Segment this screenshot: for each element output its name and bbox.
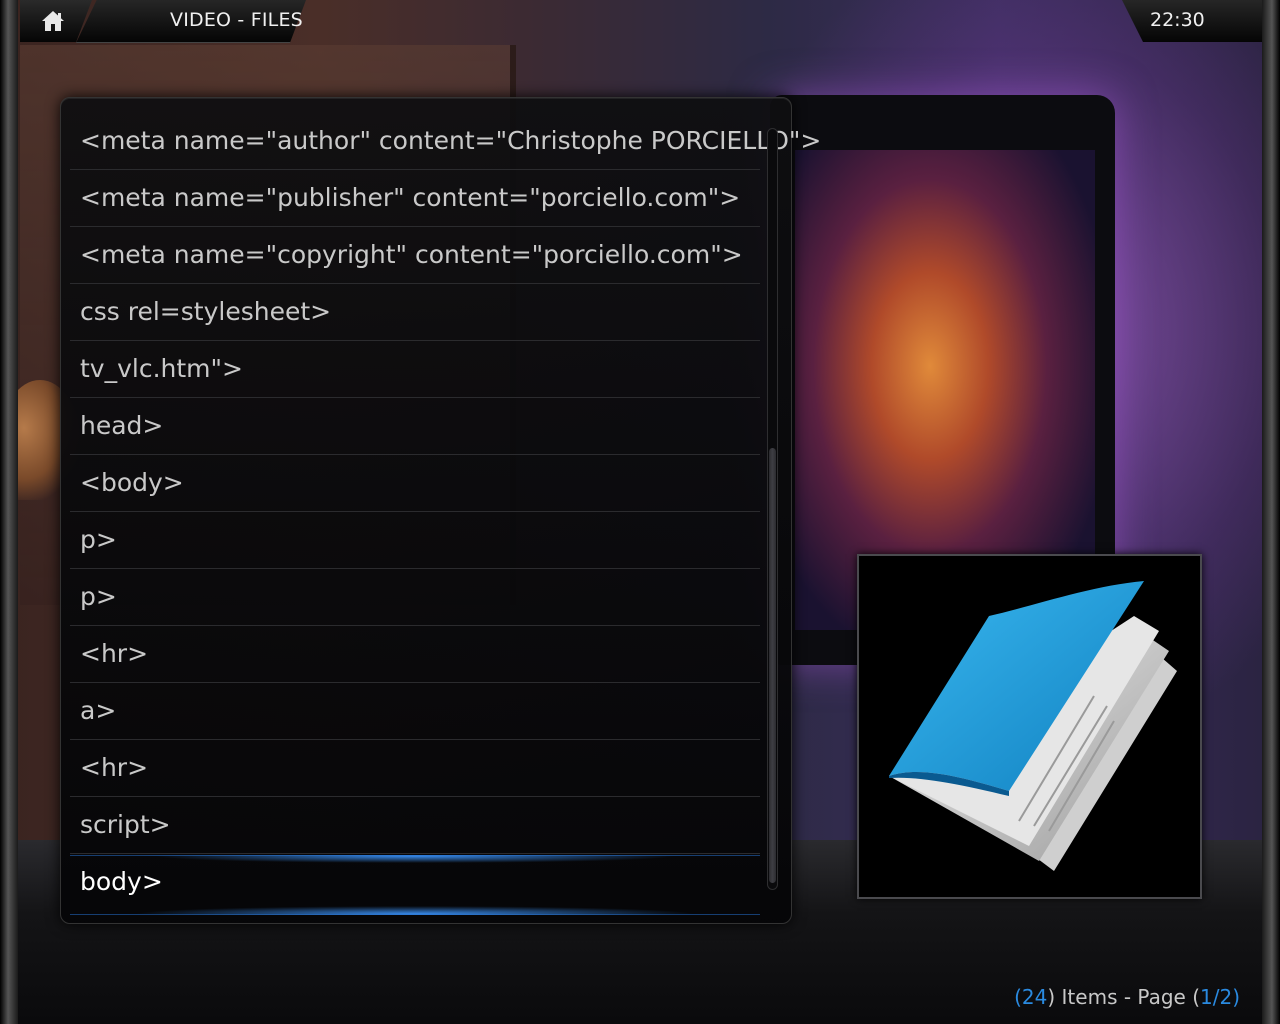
selection-highlight: [70, 855, 760, 915]
list-item-label: <meta name="publisher" content="porciell…: [80, 183, 741, 212]
list-item[interactable]: script>: [70, 798, 760, 854]
list-item[interactable]: body>: [70, 855, 760, 915]
list-item[interactable]: p>: [70, 570, 760, 626]
list-item[interactable]: css rel=stylesheet>: [70, 285, 760, 341]
list-item[interactable]: p>: [70, 513, 760, 569]
list-item-label: <hr>: [80, 639, 149, 668]
list-item[interactable]: <meta name="publisher" content="porciell…: [70, 171, 760, 227]
list-item[interactable]: head>: [70, 399, 760, 455]
page-number: 1/2: [1200, 985, 1233, 1009]
list-item[interactable]: <meta name="copyright" content="porciell…: [70, 228, 760, 284]
document-folder-icon: [889, 581, 1177, 871]
list-item-label: <meta name="copyright" content="porciell…: [80, 240, 743, 269]
list-item-label: <hr>: [80, 753, 149, 782]
page-title: VIDEO - FILES: [170, 9, 303, 31]
items-page-label: ) Items - Page (: [1047, 985, 1200, 1009]
list-item[interactable]: <meta name="author" content="Christophe …: [70, 114, 821, 170]
list-item-label: p>: [80, 525, 117, 554]
list-item-label: <body>: [80, 468, 184, 497]
close-paren: ): [1232, 985, 1240, 1009]
open-paren: (: [1014, 985, 1022, 1009]
list-item-label: body>: [80, 867, 163, 896]
list-item-label: <meta name="author" content="Christophe …: [80, 126, 822, 155]
list-item[interactable]: a>: [70, 684, 760, 740]
file-thumbnail: [857, 554, 1202, 899]
left-frame-edge: [0, 0, 18, 1024]
list-item[interactable]: <hr>: [70, 627, 760, 683]
list-item-label: head>: [80, 411, 164, 440]
scrollbar-thumb[interactable]: [769, 448, 776, 883]
top-bar: VIDEO - FILES 22:30: [0, 0, 1280, 44]
clock: 22:30: [1150, 9, 1205, 31]
page-status: (24) Items - Page (1/2): [1014, 985, 1240, 1009]
list-item-label: script>: [80, 810, 171, 839]
list-item[interactable]: <body>: [70, 456, 760, 512]
list-scrollbar[interactable]: [767, 128, 778, 890]
list-item[interactable]: <hr>: [70, 741, 760, 797]
list-item-label: css rel=stylesheet>: [80, 297, 332, 326]
list-item-label: p>: [80, 582, 117, 611]
list-item-label: a>: [80, 696, 117, 725]
home-icon: [42, 11, 64, 31]
list-item[interactable]: tv_vlc.htm">: [70, 342, 760, 398]
right-frame-edge: [1262, 0, 1280, 1024]
list-item-label: tv_vlc.htm">: [80, 354, 243, 383]
item-count: 24: [1021, 985, 1048, 1009]
